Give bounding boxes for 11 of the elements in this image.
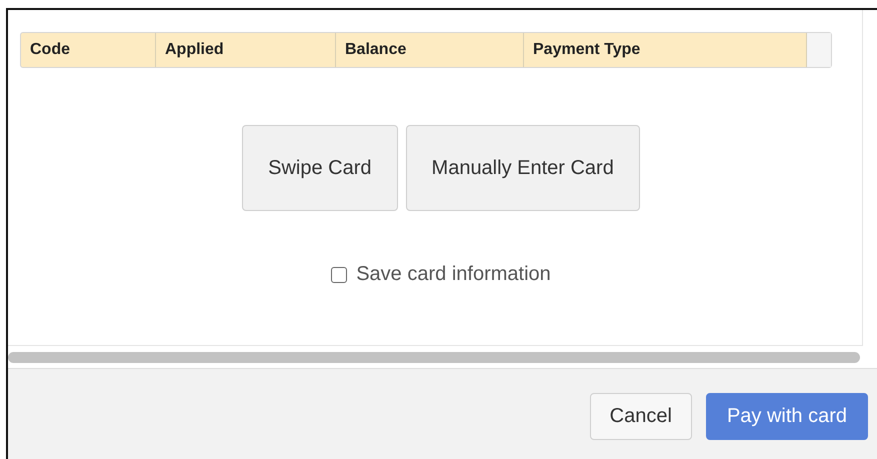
card-button[interactable]: Swipe Card <box>242 125 398 211</box>
checkbox[interactable] <box>331 266 348 282</box>
scrollbar-thumb[interactable] <box>8 352 860 362</box>
cancel-button[interactable]: Cancel <box>590 393 692 440</box>
column-header[interactable]: Code <box>21 33 156 67</box>
card-button[interactable]: Manually Enter Card <box>406 125 640 211</box>
pay-button[interactable]: Pay with card <box>706 393 868 440</box>
checkbox-label[interactable]: Save card information <box>356 263 551 286</box>
column-header[interactable]: Applied <box>156 33 336 67</box>
column-header[interactable]: Balance <box>336 33 524 67</box>
scrollbar-corner <box>807 33 831 67</box>
